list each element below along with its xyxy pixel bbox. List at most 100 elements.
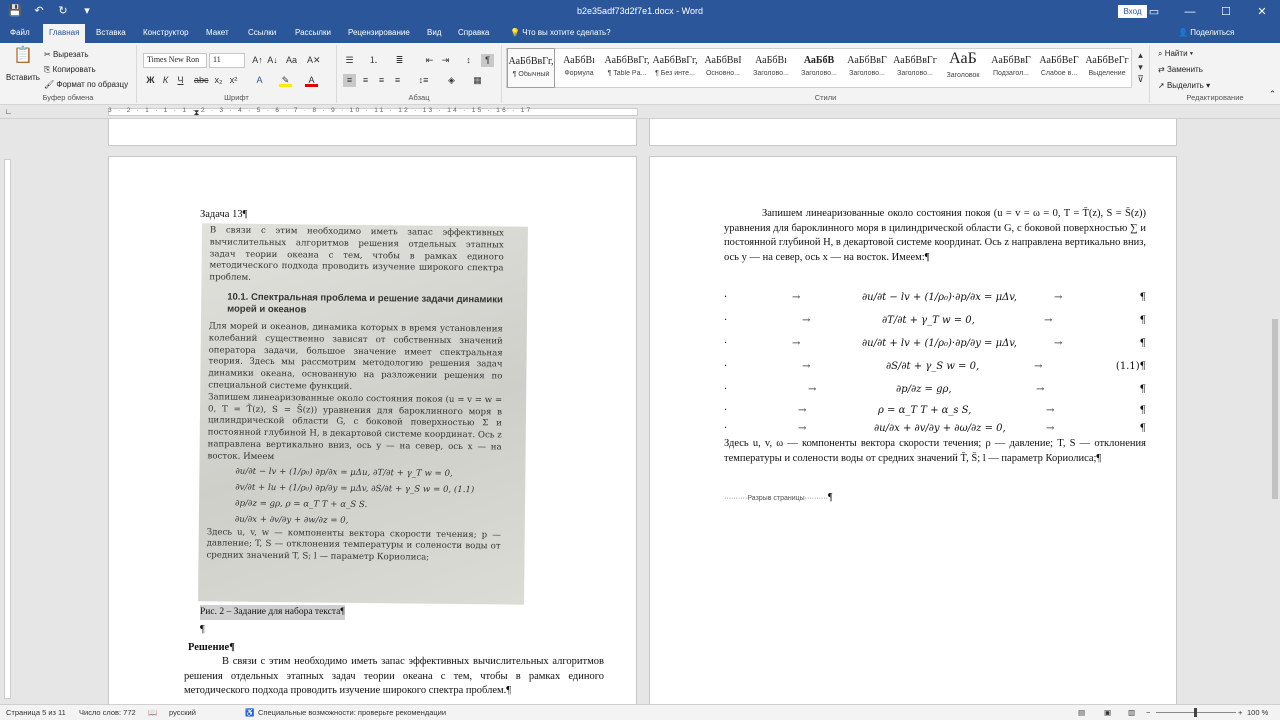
style-item[interactable]: АаБбВı Формула: [555, 48, 603, 88]
minimize-icon[interactable]: —: [1172, 0, 1208, 24]
superscript-icon[interactable]: x²: [227, 74, 240, 87]
share-button[interactable]: 👤 Поделиться: [1178, 28, 1234, 37]
bullets-icon[interactable]: ☰: [343, 54, 356, 67]
justify-icon[interactable]: ≡: [391, 74, 404, 87]
paste-button[interactable]: Вставить: [6, 73, 40, 82]
zoom-out-icon[interactable]: −: [1146, 708, 1150, 717]
show-marks-icon[interactable]: ¶: [481, 54, 494, 67]
numbering-icon[interactable]: ⒈: [367, 54, 380, 67]
tab-insert[interactable]: Вставка: [96, 28, 126, 37]
format-painter-button[interactable]: 🖌 Формат по образцу: [44, 80, 128, 89]
style-item[interactable]: АаБ Заголовок: [939, 48, 987, 88]
tab-mailings[interactable]: Рассылки: [295, 28, 331, 37]
web-layout-icon[interactable]: ▥: [1128, 708, 1135, 717]
tab-arrow-icon: →: [1046, 405, 1055, 416]
equation-expression[interactable]: ∂S/∂t + γ_S w = 0,: [886, 361, 979, 372]
style-item[interactable]: АаБбВвГ Заголово...: [843, 48, 891, 88]
sort-icon[interactable]: ↕: [462, 54, 475, 67]
document-title: b2e35adf73d2f7e1.docx - Word: [577, 6, 703, 16]
borders-icon[interactable]: ▦: [471, 74, 484, 87]
tab-view[interactable]: Вид: [427, 28, 441, 37]
language-indicator[interactable]: русский: [169, 708, 196, 717]
subscript-icon[interactable]: x₂: [212, 74, 225, 87]
tab-home[interactable]: Главная: [43, 24, 86, 43]
scrollbar-thumb[interactable]: [1272, 319, 1278, 499]
change-case-icon[interactable]: Aa: [285, 54, 298, 67]
tab-design[interactable]: Конструктор: [143, 28, 189, 37]
styles-more-icon[interactable]: ⊽: [1134, 73, 1147, 86]
equation-expression[interactable]: ∂u/∂t − lv + (1/ρ₀)·∂p/∂x = μΔv,: [862, 292, 1017, 303]
shrink-font-icon[interactable]: A↓: [266, 54, 279, 67]
zoom-in-icon[interactable]: +: [1238, 708, 1242, 717]
underline-icon[interactable]: Ч: [174, 74, 187, 87]
decrease-indent-icon[interactable]: ⇤: [423, 54, 436, 67]
style-item[interactable]: АаБбВеГ Слабое в...: [1035, 48, 1083, 88]
indent-marker-icon[interactable]: ⧗: [190, 106, 203, 119]
multilevel-list-icon[interactable]: ≣: [393, 54, 406, 67]
style-item[interactable]: АаБбВвI Основно...: [699, 48, 747, 88]
highlight-icon[interactable]: ✎: [279, 74, 292, 87]
style-item[interactable]: АаБбВеГг Выделение: [1083, 48, 1131, 88]
equation-expression[interactable]: ∂u/∂x + ∂v/∂y + ∂ω/∂z = 0,: [874, 423, 1006, 434]
tab-file[interactable]: Файл: [10, 28, 30, 37]
copy-button[interactable]: ⎘ Копировать: [44, 65, 96, 75]
line-spacing-icon[interactable]: ↕≡: [417, 74, 430, 87]
collapse-ribbon-icon[interactable]: ⌃: [1266, 88, 1279, 101]
zoom-slider-thumb[interactable]: [1194, 708, 1197, 717]
text-effects-icon[interactable]: A: [253, 74, 266, 87]
maximize-icon[interactable]: ☐: [1208, 0, 1244, 24]
strikethrough-icon[interactable]: abc: [194, 74, 209, 87]
zoom-level[interactable]: 100 %: [1247, 708, 1268, 717]
equation-expression[interactable]: ∂p/∂z = gρ,: [896, 384, 952, 395]
font-color-icon[interactable]: A: [305, 74, 318, 87]
style-item[interactable]: АаБбВı Заголово...: [747, 48, 795, 88]
style-item[interactable]: АаБбВвГ Подзагол...: [987, 48, 1035, 88]
select-button[interactable]: ➚ Выделить ▾: [1158, 81, 1210, 90]
tab-layout[interactable]: Макет: [206, 28, 229, 37]
equation-expression[interactable]: ρ = α_T T + α_s S,: [878, 405, 971, 416]
style-item[interactable]: АаБбВвГг, ¶ Без инте...: [651, 48, 699, 88]
clear-formatting-icon[interactable]: A✕: [307, 54, 321, 67]
tell-me-box[interactable]: 💡 Что вы хотите сделать?: [510, 28, 611, 37]
bullet-dot: ·: [724, 315, 728, 326]
italic-icon[interactable]: К: [159, 74, 172, 87]
accessibility-icon[interactable]: ♿: [245, 708, 254, 717]
style-item[interactable]: АаБбВвГг Заголово...: [891, 48, 939, 88]
page-counter[interactable]: Страница 5 из 11: [6, 708, 66, 717]
bold-icon[interactable]: Ж: [144, 74, 157, 87]
align-center-icon[interactable]: ≡: [359, 74, 372, 87]
horizontal-ruler[interactable]: ∟ 3 · 2 · 1 · 1 · 1 · 2 · 3 · 4 · 5 · 6 …: [0, 105, 1280, 119]
document-canvas[interactable]: Задача 13¶ В связи с этим необходимо име…: [14, 119, 1270, 704]
style-item[interactable]: АаБбВвГг, ¶ Table Pa...: [603, 48, 651, 88]
replace-button[interactable]: ⇄ Заменить: [1158, 65, 1203, 74]
cut-button[interactable]: ✂ Вырезать: [44, 50, 89, 59]
tab-help[interactable]: Справка: [458, 28, 489, 37]
ribbon-display-options-icon[interactable]: ▭: [1136, 0, 1172, 24]
close-icon[interactable]: ✕: [1244, 0, 1280, 24]
focus-mode-icon[interactable]: ▤: [1078, 708, 1085, 717]
page-right[interactable]: Запишем линеаризованные около состояния …: [649, 156, 1177, 704]
increase-indent-icon[interactable]: ⇥: [439, 54, 452, 67]
font-name-box[interactable]: Times New Ron: [143, 53, 207, 68]
shading-icon[interactable]: ◈: [445, 74, 458, 87]
grow-font-icon[interactable]: A↑: [251, 54, 264, 67]
style-item[interactable]: АаБбВ Заголово...: [795, 48, 843, 88]
tab-references[interactable]: Ссылки: [248, 28, 276, 37]
proofing-icon[interactable]: 📖: [148, 708, 157, 717]
tab-selector-icon[interactable]: ∟: [2, 105, 15, 118]
print-layout-icon[interactable]: ▣: [1104, 708, 1111, 717]
page-left[interactable]: Задача 13¶ В связи с этим необходимо име…: [108, 156, 637, 704]
paste-icon[interactable]: 📋: [12, 48, 34, 71]
find-button[interactable]: ⌕ Найти ▾: [1158, 49, 1193, 59]
equation-expression[interactable]: ∂u/∂t + lv + (1/ρ₀)·∂p/∂y = μΔv,: [862, 338, 1017, 349]
align-left-icon[interactable]: ≡: [343, 74, 356, 87]
word-count[interactable]: Число слов: 772: [79, 708, 136, 717]
equation-expression[interactable]: ∂T/∂t + γ_T w = 0,: [882, 315, 975, 326]
equation-number: ¶: [1139, 384, 1146, 395]
vertical-scrollbar[interactable]: [1270, 119, 1280, 704]
style-item[interactable]: АаБбВвГг, ¶ Обычный: [507, 48, 555, 88]
accessibility-status[interactable]: Специальные возможности: проверьте реком…: [258, 708, 446, 717]
tab-review[interactable]: Рецензирование: [348, 28, 410, 37]
font-size-box[interactable]: 11: [209, 53, 245, 68]
align-right-icon[interactable]: ≡: [375, 74, 388, 87]
